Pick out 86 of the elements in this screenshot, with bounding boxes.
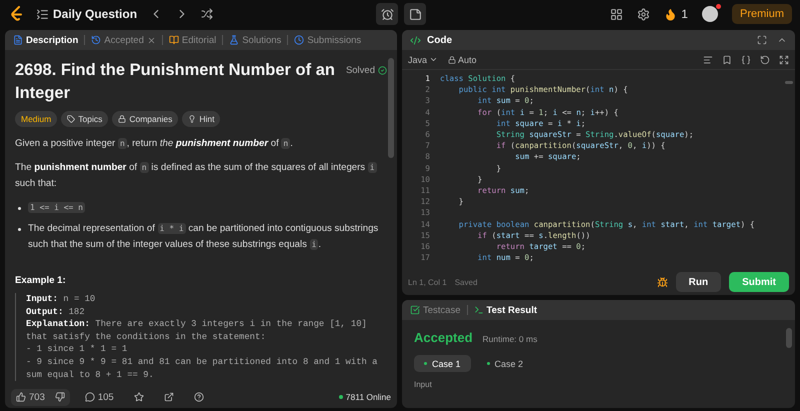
description-paragraph: Given a positive integer n , return the punishment number of n . (15, 137, 294, 151)
case-tab[interactable]: Case 1 (414, 355, 471, 372)
braces-icon[interactable] (741, 54, 751, 64)
bullet-icon (18, 228, 21, 231)
speech-bubble-icon (84, 392, 95, 402)
book-icon (168, 35, 179, 45)
alarm-clock-button[interactable] (376, 3, 398, 25)
example-line: that satisfy the conditions in the statement: (26, 330, 267, 344)
help-icon (194, 392, 204, 402)
note-button[interactable] (404, 3, 426, 25)
shuffle-button[interactable] (201, 8, 214, 20)
flask-icon (229, 35, 240, 45)
streak-button[interactable]: 1 (664, 7, 688, 21)
logo-icon[interactable] (10, 6, 24, 22)
solved-status: Solved (346, 65, 387, 76)
settings-icon (637, 8, 650, 20)
example-line: Output: 182 (26, 306, 86, 318)
constraint-item: The decimal representation of i * i can be partitioned into contiguous substrings such that the sum of the integer values of these substrings equals i . (28, 222, 380, 252)
thumbs-up-icon (16, 392, 26, 402)
runtime-text: Runtime: 0 ms (482, 334, 538, 344)
tab[interactable]: Submissions (294, 34, 362, 46)
example-line: Input: n = 10 (26, 293, 96, 306)
example-line: Explanation: There are exactly 3 integers i in the range [1, 10] (26, 318, 368, 331)
example-title: Example 1: (15, 275, 67, 286)
code-icon (410, 34, 421, 46)
constraint-item: 1 <= i <= n (28, 201, 86, 215)
result-status: Accepted (414, 330, 473, 345)
clock-icon (91, 35, 102, 45)
checkbox-icon (410, 305, 420, 315)
star-icon (134, 392, 144, 402)
language-dropdown[interactable]: Java (408, 54, 438, 64)
case-tab[interactable]: Case 2 (476, 355, 534, 372)
grid-button[interactable] (610, 8, 624, 20)
lock-icon (118, 115, 126, 123)
cursor-position: Ln 1, Col 1 (408, 278, 447, 286)
problem-title: 2698. Find the Punishment Number of an Integer (15, 60, 335, 104)
example-line: sum equal to 8 + 1 == 9. (26, 368, 155, 382)
format-icon[interactable] (703, 54, 713, 64)
example-line: - 9 since 9 * 9 = 81 and 81 can be partitioned into 8 and 1 with a (26, 356, 379, 369)
chevron-down-icon (429, 55, 438, 64)
expand-icon[interactable] (779, 54, 789, 64)
tag-chip[interactable]: Hint (182, 111, 220, 127)
description-paragraph: The punishment number of n is defined as the sum of the squares of all integers i such that: (15, 161, 378, 191)
alarm-clock-icon (380, 8, 394, 20)
problem-list-button[interactable]: Daily Question (36, 7, 138, 21)
check-circle-icon (378, 66, 387, 75)
avatar[interactable] (702, 6, 718, 22)
comments-button[interactable]: 105 (80, 388, 119, 406)
input-label: Input (414, 380, 433, 389)
tab[interactable]: Description (13, 34, 78, 46)
tab[interactable]: Accepted (91, 34, 156, 46)
list-icon (36, 8, 49, 20)
tab[interactable]: Solutions (229, 34, 282, 46)
document-icon (13, 35, 23, 45)
bullet-icon (18, 207, 21, 210)
save-status: Saved (454, 278, 478, 286)
bug-icon[interactable] (656, 276, 668, 288)
reset-icon[interactable] (760, 54, 770, 64)
tag-chip[interactable]: Companies (112, 111, 178, 127)
example-line: - 1 since 1 * 1 = 1 (26, 343, 128, 356)
clock-icon (294, 35, 304, 45)
settings-button[interactable] (637, 8, 650, 20)
premium-button[interactable]: Premium (732, 4, 792, 24)
mode-button[interactable]: Auto (448, 54, 477, 64)
close-icon[interactable] (146, 36, 156, 44)
lock-icon (448, 56, 456, 64)
run-button[interactable]: Run (676, 272, 722, 292)
lightbulb-icon (188, 115, 196, 123)
flame-icon (664, 8, 678, 20)
thumbs-down-icon (54, 392, 65, 402)
terminal-icon (474, 305, 484, 315)
fullscreen-icon[interactable] (757, 35, 767, 45)
bookmark-icon[interactable] (722, 54, 732, 64)
tab[interactable]: Test Result (474, 304, 538, 316)
shuffle-icon (201, 8, 214, 20)
note-icon (408, 8, 422, 20)
tab[interactable]: Testcase (410, 304, 460, 316)
online-count: 7811 Online (338, 392, 391, 402)
tag-icon (67, 115, 76, 123)
panel-title: Code (427, 34, 452, 46)
grid-icon (610, 8, 624, 20)
external-link-icon (164, 392, 174, 402)
notification-dot (716, 4, 721, 9)
tab[interactable]: Editorial (168, 34, 216, 46)
difficulty-label: Medium (15, 111, 58, 127)
tag-chip[interactable]: Topics (61, 111, 108, 127)
